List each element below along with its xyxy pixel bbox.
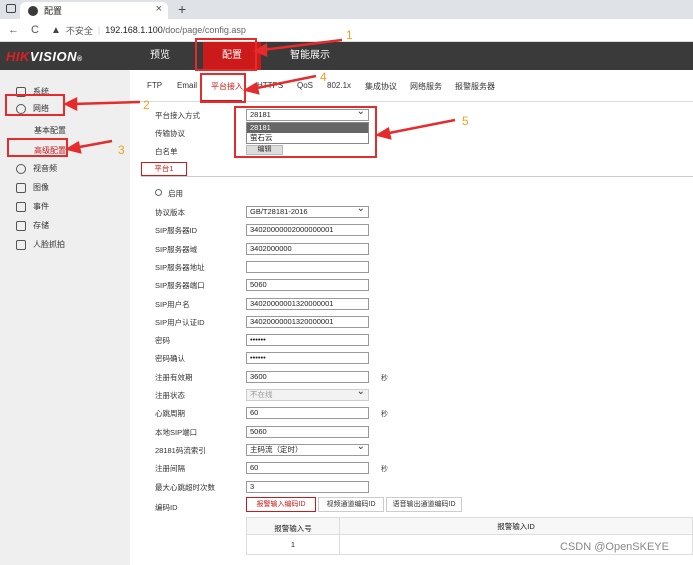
unit-label: 秒 <box>381 411 388 418</box>
form-label: 密码确认 <box>155 354 185 363</box>
unit-label: 秒 <box>381 466 388 473</box>
form-input[interactable]: •••••• <box>246 352 369 364</box>
form-input[interactable]: 3402000000 <box>246 243 369 255</box>
form-input[interactable]: 5060 <box>246 279 369 291</box>
form-select[interactable]: GB/T28181-2016 <box>246 204 369 218</box>
form-input[interactable]: 3600 <box>246 371 369 383</box>
form-input[interactable]: 34020000002000000001 <box>246 224 369 236</box>
annotation-number-5: 5 <box>462 114 469 128</box>
form-label: 本地SIP端口 <box>155 428 198 437</box>
form-label: 心跳周期 <box>155 409 185 418</box>
form-input[interactable]: 34020000001320000001 <box>246 298 369 310</box>
form-label: SIP服务器ID <box>155 226 198 235</box>
form-label: 28181码流索引 <box>155 446 206 455</box>
form-input[interactable]: 60 <box>246 462 369 474</box>
form-label: SIP服务器端口 <box>155 281 205 290</box>
form-input[interactable]: •••••• <box>246 334 369 346</box>
annotation-number-4: 4 <box>320 70 327 84</box>
annotation-number-2: 2 <box>143 98 150 112</box>
form-input[interactable]: 3 <box>246 481 369 493</box>
form-input[interactable] <box>246 261 369 273</box>
form-label: 注册状态 <box>155 391 185 400</box>
annotation-number-1: 1 <box>346 28 353 42</box>
form-input[interactable]: 5060 <box>246 426 369 438</box>
form-input[interactable]: 34020000001320000001 <box>246 316 369 328</box>
form-label: SIP用户认证ID <box>155 318 205 327</box>
form-label: SIP服务器域 <box>155 245 198 254</box>
form-select: 不在线 <box>246 387 369 401</box>
annotation-number-3: 3 <box>118 143 125 157</box>
unit-label: 秒 <box>381 375 388 382</box>
form-label: 注册有效期 <box>155 373 193 382</box>
watermark: CSDN @OpenSKEYE <box>560 541 669 553</box>
form-label: 注册间隔 <box>155 464 185 473</box>
form-label: 密码 <box>155 336 170 345</box>
form-input[interactable]: 60 <box>246 407 369 419</box>
form-select[interactable]: 主码流（定时） <box>246 442 369 456</box>
form-label: 协议版本 <box>155 208 185 217</box>
form-label: 最大心跳超时次数 <box>155 483 215 492</box>
form-label: SIP服务器地址 <box>155 263 205 272</box>
form-label: SIP用户名 <box>155 300 190 309</box>
